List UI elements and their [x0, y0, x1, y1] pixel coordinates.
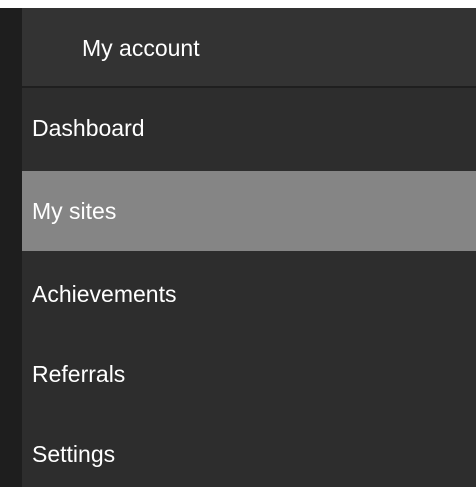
sidebar-item-achievements[interactable]: Achievements — [22, 254, 476, 334]
sidebar-item-my-sites[interactable]: My sites — [22, 171, 476, 251]
sidebar-item-referrals[interactable]: Referrals — [22, 334, 476, 414]
account-sidebar: My account Dashboard My sites Achievemen… — [0, 8, 476, 487]
sidebar-item-label: Achievements — [32, 281, 177, 307]
sidebar-menu: Dashboard My sites Achievements Referral… — [22, 88, 476, 487]
sidebar-header-title: My account — [82, 35, 200, 61]
sidebar-left-border — [0, 8, 22, 487]
sidebar-item-label: Referrals — [32, 361, 126, 387]
sidebar-item-settings[interactable]: Settings — [22, 414, 476, 494]
sidebar-item-label: Dashboard — [32, 115, 145, 141]
sidebar-header[interactable]: My account — [22, 8, 476, 88]
sidebar-item-dashboard[interactable]: Dashboard — [22, 88, 476, 168]
sidebar-item-label: Settings — [32, 441, 116, 467]
sidebar-item-label: My sites — [32, 198, 117, 224]
